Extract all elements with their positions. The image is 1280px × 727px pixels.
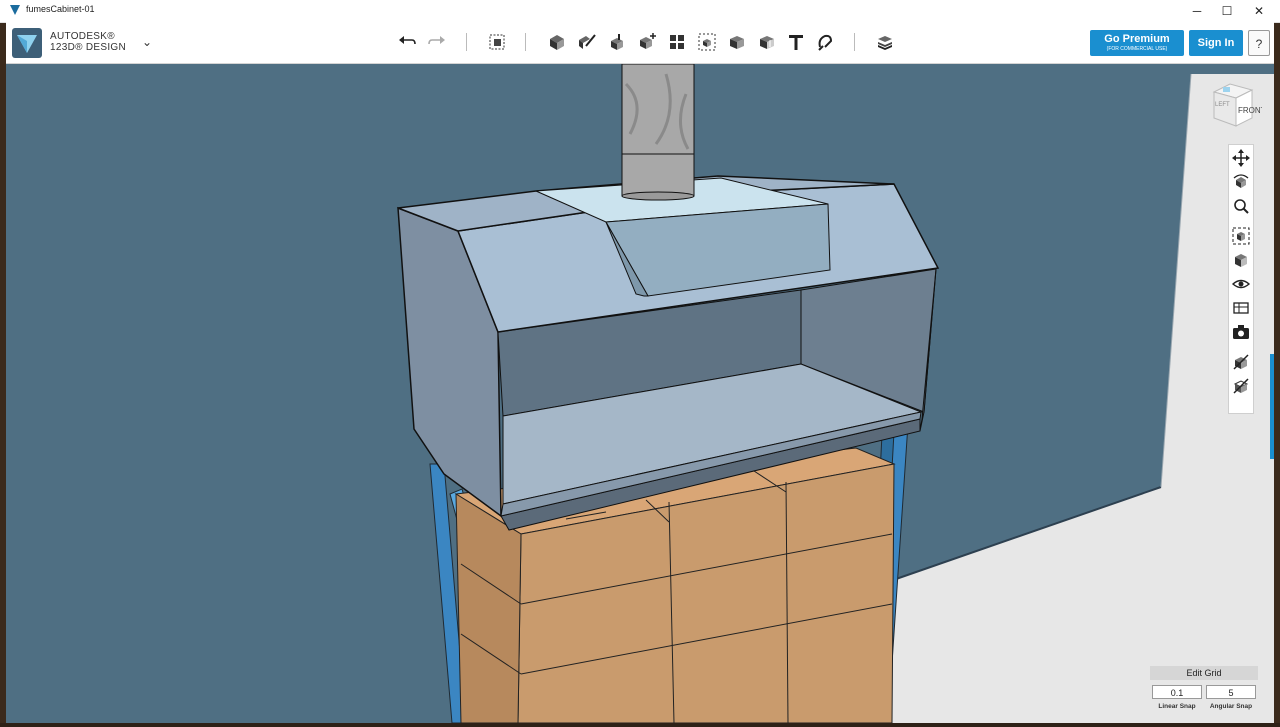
material-icon[interactable] — [874, 31, 896, 53]
zoom-icon[interactable] — [1231, 196, 1251, 216]
minimize-button[interactable]: ─ — [1182, 2, 1212, 20]
app-logo-icon[interactable] — [12, 28, 42, 58]
linear-snap-label: Linear Snap — [1158, 703, 1196, 710]
measure-icon[interactable] — [756, 31, 778, 53]
undo-icon[interactable] — [396, 31, 418, 53]
fit-icon[interactable] — [1231, 226, 1251, 246]
desktop-background — [0, 723, 1280, 727]
close-button[interactable]: ✕ — [1244, 2, 1274, 20]
go-premium-sublabel: (FOR COMMERCIAL USE) — [1106, 46, 1168, 52]
pattern-icon[interactable] — [666, 31, 688, 53]
orbit-icon[interactable] — [1231, 172, 1251, 192]
scene-canvas[interactable] — [6, 64, 1274, 723]
brand-product: 123D® DESIGN — [50, 42, 126, 53]
go-premium-button[interactable]: Go Premium (FOR COMMERCIAL USE) — [1090, 30, 1184, 56]
viewcube-front-label: FRONT — [1238, 106, 1262, 115]
sign-in-button[interactable]: Sign In — [1189, 30, 1243, 56]
group-icon[interactable] — [696, 31, 718, 53]
edit-grid-button[interactable]: Edit Grid — [1150, 666, 1258, 680]
toolbar-separator — [466, 33, 467, 51]
angular-snap-input[interactable]: 5 — [1206, 685, 1256, 699]
pan-icon[interactable] — [1231, 148, 1251, 168]
camera-icon[interactable] — [1231, 322, 1251, 342]
window-title: fumesCabinet-01 — [26, 4, 95, 14]
text-icon[interactable] — [785, 31, 807, 53]
primitives-icon[interactable] — [546, 31, 568, 53]
construct-icon[interactable] — [606, 31, 628, 53]
materials-outline-icon[interactable] — [1231, 298, 1251, 318]
snap-icon[interactable] — [814, 31, 836, 53]
main-toolbar: AUTODESK® 123D® DESIGN ⌄ Go Premium (FOR… — [6, 22, 1274, 64]
modify-icon[interactable] — [636, 31, 658, 53]
maximize-button[interactable]: ☐ — [1212, 2, 1242, 20]
view-cube[interactable]: FRONT LEFT — [1206, 78, 1262, 132]
main-menu-chevron-icon[interactable]: ⌄ — [142, 35, 152, 49]
navigation-bar — [1228, 144, 1254, 414]
visibility-icon[interactable] — [1231, 274, 1251, 294]
3d-viewport[interactable]: FRONT LEFT — [6, 64, 1274, 723]
toolbar-separator — [854, 33, 855, 51]
app-logo-icon — [10, 5, 20, 15]
go-premium-label: Go Premium — [1104, 33, 1170, 45]
view-cube-icon[interactable] — [1231, 250, 1251, 270]
redo-icon[interactable] — [426, 31, 448, 53]
linear-snap-input[interactable]: 0.1 — [1152, 685, 1202, 699]
hide-icon[interactable] — [1231, 352, 1251, 372]
sketch-icon[interactable] — [576, 31, 598, 53]
brand-autodesk: AUTODESK® — [50, 31, 115, 42]
viewcube-left-label: LEFT — [1215, 102, 1230, 108]
transform-icon[interactable] — [486, 31, 508, 53]
show-hidden-icon[interactable] — [1231, 376, 1251, 396]
angular-snap-label: Angular Snap — [1209, 703, 1253, 710]
grid-panel: Edit Grid 0.1 5 Linear Snap Angular Snap — [1150, 666, 1258, 718]
right-panel-tab[interactable] — [1270, 354, 1274, 459]
help-button[interactable]: ? — [1248, 30, 1270, 56]
window-titlebar: fumesCabinet-01 ─ ☐ ✕ — [0, 0, 1280, 23]
combine-icon[interactable] — [726, 31, 748, 53]
toolbar-separator — [525, 33, 526, 51]
